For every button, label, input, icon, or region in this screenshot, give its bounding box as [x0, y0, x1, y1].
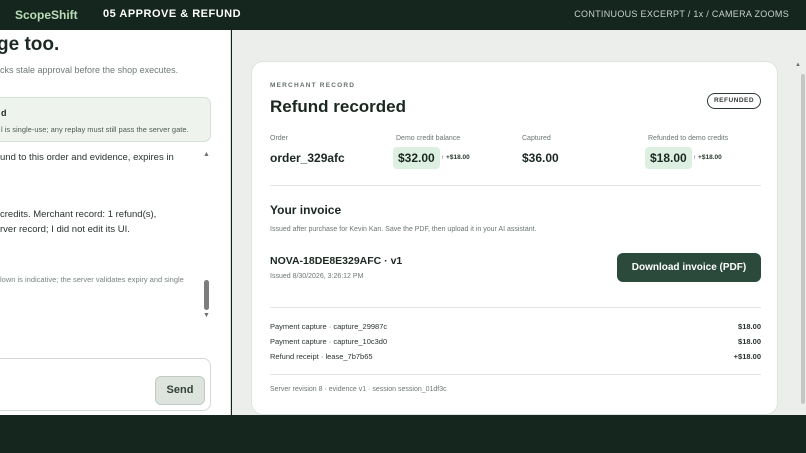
stat-captured: Captured $36.00: [522, 135, 559, 165]
stat-delta: ↑ +$18.00: [693, 154, 722, 161]
stat-credit-balance: Demo credit balance $32.00 ↑ +$18.00: [393, 135, 470, 169]
notice-body: l is single-use; any replay must still p…: [1, 125, 189, 134]
scroll-up-arrow-icon[interactable]: ▲: [203, 151, 210, 158]
line-item-amount: $18.00: [738, 322, 761, 331]
server-meta: Server revision 8 · evidence v1 · sessio…: [270, 386, 447, 393]
stat-value: $36.00: [522, 151, 559, 165]
line-item-amount: $18.00: [738, 337, 761, 346]
card-eyebrow: MERCHANT RECORD: [270, 82, 356, 89]
send-button[interactable]: Send: [155, 376, 205, 405]
stat-label: Order: [270, 135, 288, 142]
stat-label: Refunded to demo credits: [648, 135, 729, 142]
brand-logo: ScopeShift: [15, 8, 78, 22]
footer-bar: [0, 415, 806, 453]
scrollbar-thumb[interactable]: [204, 280, 209, 310]
notice-title: d: [1, 108, 7, 118]
message-line: credits. Merchant record: 1 refund(s),: [0, 209, 157, 220]
stat-label: Demo credit balance: [396, 135, 461, 142]
mode-indicator: CONTINUOUS EXCERPT / 1x / CAMERA ZOOMS: [574, 9, 789, 19]
top-bar: ScopeShift 05 APPROVE & REFUND CONTINUOU…: [0, 0, 806, 30]
scroll-down-arrow-icon[interactable]: ▼: [203, 312, 210, 319]
invoice-date: Issued 8/30/2026, 3:26:12 PM: [270, 273, 364, 280]
line-item-amount: +$18.00: [733, 352, 761, 361]
stat-value: $18.00: [645, 147, 692, 169]
chat-panel: ge too. cks stale approval before the sh…: [0, 30, 231, 415]
line-item-label: Payment capture · capture_10c3d0: [270, 337, 388, 346]
step-title: 05 APPROVE & REFUND: [103, 8, 242, 20]
divider: [270, 307, 761, 308]
approval-notice: d l is single-use; any replay must still…: [0, 97, 211, 142]
line-item: Refund receipt · lease_7b7b65 +$18.00: [270, 352, 761, 361]
invoice-title: Your invoice: [270, 203, 342, 217]
stat-delta: ↑ +$18.00: [441, 154, 470, 161]
line-item: Payment capture · capture_10c3d0 $18.00: [270, 337, 761, 346]
scroll-up-arrow-icon[interactable]: ▲: [795, 62, 801, 68]
chat-heading: ge too.: [0, 34, 60, 55]
download-invoice-button[interactable]: Download invoice (PDF): [617, 253, 761, 282]
line-item: Payment capture · capture_29987c $18.00: [270, 322, 761, 331]
divider: [270, 185, 761, 186]
status-badge: REFUNDED: [707, 93, 761, 109]
card-title: Refund recorded: [270, 97, 407, 116]
message-line: rver record; I did not edit its UI.: [0, 224, 130, 235]
message-line: und to this order and evidence, expires …: [0, 152, 174, 163]
invoice-subtitle: Issued after purchase for Kevin Kan. Sav…: [270, 226, 537, 233]
line-item-label: Refund receipt · lease_7b7b65: [270, 352, 373, 361]
message-note: lown is indicative; the server validates…: [0, 275, 184, 284]
line-item-label: Payment capture · capture_29987c: [270, 322, 388, 331]
merchant-record-card: MERCHANT RECORD Refund recorded REFUNDED…: [251, 61, 778, 415]
message-line: credits. Merchant record: 1 refund(s), r…: [0, 207, 156, 237]
divider: [270, 374, 761, 375]
scrollbar-thumb[interactable]: [801, 74, 805, 404]
chat-subtitle: cks stale approval before the shop execu…: [0, 65, 179, 75]
stat-value: $32.00: [393, 147, 440, 169]
invoice-id: NOVA-18DE8E329AFC · v1: [270, 255, 403, 267]
conversation-log[interactable]: und to this order and evidence, expires …: [0, 144, 211, 322]
stat-refunded: Refunded to demo credits $18.00 ↑ +$18.0…: [645, 135, 729, 169]
stat-label: Captured: [522, 135, 551, 142]
stat-value: order_329afc: [270, 151, 345, 165]
merchant-panel: MERCHANT RECORD Refund recorded REFUNDED…: [232, 30, 806, 415]
stat-order: Order order_329afc: [270, 135, 345, 165]
